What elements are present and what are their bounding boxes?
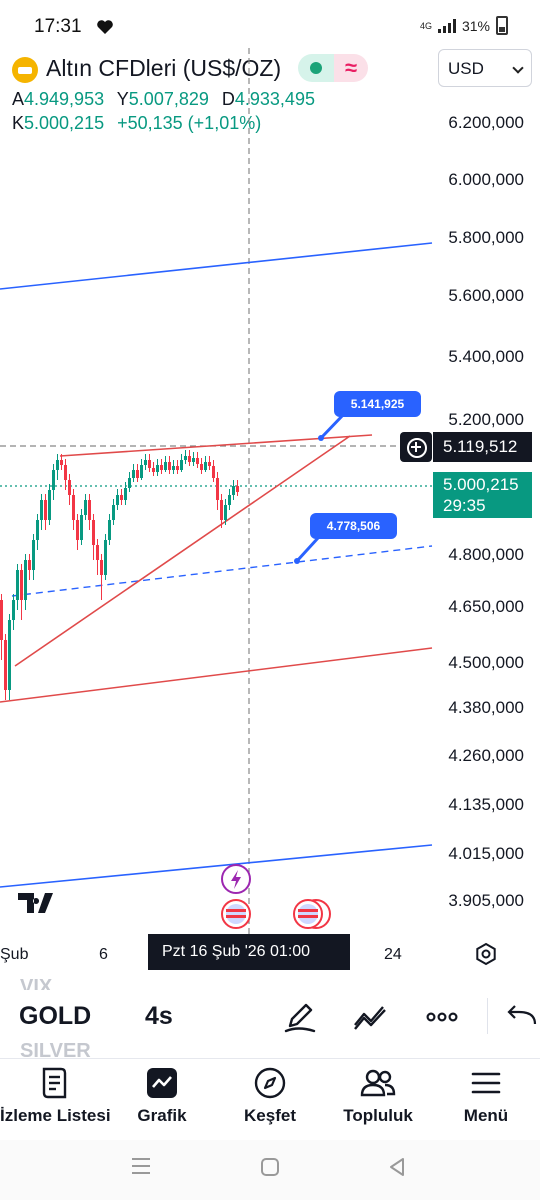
battery-percent: 31% xyxy=(461,17,490,34)
recent-apps-icon[interactable] xyxy=(130,1156,152,1176)
nav-chart[interactable]: Grafik xyxy=(108,1062,216,1134)
status-indicators: 4G 31% xyxy=(420,16,508,35)
date-label-sub: Şub xyxy=(0,946,29,963)
close-value: 5.000,215 xyxy=(24,113,105,133)
more-options-icon[interactable] xyxy=(422,996,462,1036)
last-price-tag: 5.000,215 29:35 xyxy=(433,472,532,518)
prev-symbol[interactable]: VIX xyxy=(20,970,52,990)
add-alert-button[interactable] xyxy=(400,432,432,462)
nav-explore[interactable]: Keşfet xyxy=(216,1062,324,1134)
price-axis-label: 4.500,000 xyxy=(448,653,524,672)
chevron-down-icon xyxy=(512,62,524,74)
price-axis-label: 4.800,000 xyxy=(448,545,524,564)
open-key: A xyxy=(12,89,25,109)
network-label: 4G xyxy=(419,20,432,31)
status-bar: 17:31 4G 31% xyxy=(0,0,540,50)
close-key: K xyxy=(12,113,25,133)
wave-icon[interactable]: ≈ xyxy=(334,54,368,82)
back-icon[interactable] xyxy=(386,1156,408,1178)
watchlist-icon xyxy=(42,1067,67,1099)
date-label-6: 6 xyxy=(99,946,108,963)
currency-value: USD xyxy=(448,59,484,78)
nav-community[interactable]: Topluluk xyxy=(324,1062,432,1134)
nav-label-menu: Menü xyxy=(463,1106,509,1125)
price-axis-label: 4.015,000 xyxy=(448,844,524,863)
heart-icon xyxy=(97,20,113,34)
drawing-pen-icon[interactable] xyxy=(280,996,320,1036)
ohlc-line-2: K5.000,215 +50,135 (+1,01%) xyxy=(12,113,269,134)
indicators-icon[interactable] xyxy=(350,996,390,1036)
high-value: 5.007,829 xyxy=(128,89,209,109)
nav-label-explore: Keşfet xyxy=(244,1106,296,1125)
signal-icon xyxy=(437,18,456,33)
last-price-value: 5.000,215 xyxy=(443,475,519,494)
price-axis-label: 5.200,000 xyxy=(448,410,524,429)
callout-lower[interactable]: 4.778,506 xyxy=(310,513,397,539)
next-symbol[interactable]: SILVER xyxy=(20,1040,91,1058)
crosshair-price-tag: 5.119,512 xyxy=(433,432,532,462)
low-value: 4.933,495 xyxy=(234,89,315,109)
price-axis-label: 4.135,000 xyxy=(448,795,524,814)
system-navigation-bar xyxy=(0,1140,540,1200)
price-axis-label: 4.260,000 xyxy=(448,746,524,765)
ohlc-line-1: A4.949,953 Y5.007,829 D4.933,495 xyxy=(12,89,323,110)
nav-label-watchlist: İzleme Listesi xyxy=(0,1106,111,1125)
nav-watchlist[interactable]: İzleme Listesi xyxy=(0,1062,111,1134)
nav-menu[interactable]: Menü xyxy=(432,1062,540,1134)
menu-icon xyxy=(471,1072,501,1094)
price-axis-label: 3.905,000 xyxy=(448,891,524,910)
current-symbol[interactable]: GOLD xyxy=(19,1002,91,1031)
market-open-icon[interactable] xyxy=(298,54,334,82)
interval-selector[interactable]: 4s xyxy=(145,1002,173,1031)
gold-logo-icon xyxy=(12,57,38,83)
low-key: D xyxy=(221,89,235,109)
date-cursor-label: Pzt 16 Şub '26 01:00 xyxy=(148,934,350,970)
chart-settings-icon[interactable] xyxy=(474,942,498,966)
price-axis-label: 5.600,000 xyxy=(448,286,524,305)
nav-label-community: Topluluk xyxy=(343,1106,413,1125)
home-icon[interactable] xyxy=(259,1156,281,1178)
change-value: +50,135 (+1,01%) xyxy=(117,113,262,133)
price-axis-label: 6.200,000 xyxy=(448,113,524,132)
high-key: Y xyxy=(116,89,129,109)
price-axis-label: 5.400,000 xyxy=(448,347,524,366)
date-label-24: 24 xyxy=(384,946,402,963)
date-axis[interactable]: Şub 6 24 Pzt 16 Şub '26 01:00 xyxy=(0,934,540,974)
status-time: 17:31 xyxy=(34,16,82,37)
toolbar-divider xyxy=(487,998,488,1034)
battery-icon xyxy=(496,16,508,35)
undo-icon[interactable] xyxy=(505,996,540,1036)
price-axis-label: 4.380,000 xyxy=(448,698,524,717)
currency-select[interactable]: USD xyxy=(438,49,532,87)
chart-icon xyxy=(147,1068,177,1098)
price-axis-label: 6.000,000 xyxy=(448,170,524,189)
community-icon xyxy=(360,1069,396,1097)
price-axis-label: 5.800,000 xyxy=(448,228,524,247)
compass-icon xyxy=(254,1067,286,1099)
price-axis-label: 4.650,000 xyxy=(448,597,524,616)
symbol-title[interactable]: Altın CFDleri (US$/OZ) xyxy=(46,55,281,82)
open-value: 4.949,953 xyxy=(24,89,105,109)
nav-label-chart: Grafik xyxy=(137,1106,187,1125)
callout-upper[interactable]: 5.141,925 xyxy=(334,391,421,417)
countdown-value: 29:35 xyxy=(443,496,486,515)
